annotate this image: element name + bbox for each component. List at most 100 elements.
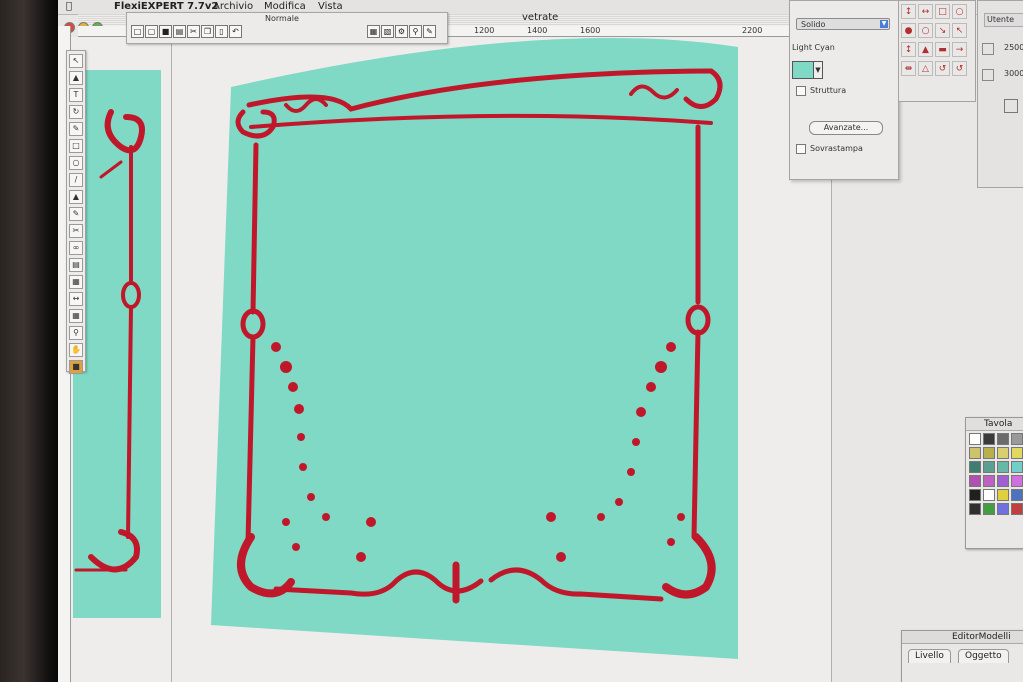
pen-tool-icon[interactable]: ✎ [69, 122, 83, 136]
node-edit-tool-icon[interactable]: ▲ [69, 71, 83, 85]
align-icon[interactable]: ↺ [952, 61, 967, 76]
color-swatch[interactable] [983, 461, 995, 473]
color-swatch[interactable] [969, 461, 981, 473]
align-icon[interactable]: ↘ [935, 23, 950, 38]
preview-icon[interactable]: ▦ [367, 25, 380, 38]
rotate-tool-icon[interactable]: ↻ [69, 105, 83, 119]
apple-icon[interactable]:  [66, 0, 72, 14]
fill-panel: Solido ▼ Light Cyan ▼ Struttura Avanzate… [789, 0, 899, 180]
color-swatch[interactable] [997, 433, 1009, 445]
align-icon[interactable]: ● [901, 23, 916, 38]
text-tool-icon[interactable]: T [69, 88, 83, 102]
color-tool-icon[interactable]: ■ [69, 360, 83, 374]
grid-tool-icon[interactable]: ▦ [69, 309, 83, 323]
color-swatch[interactable] [1011, 475, 1023, 487]
layout-icon[interactable]: ▧ [381, 25, 394, 38]
color-swatch[interactable] [1011, 461, 1023, 473]
color-swatch[interactable] [969, 503, 981, 515]
align-tools-palette: ↕ ↔ □ ○ ● ○ ↘ ↖ ↕ ▲ ▬ → ⇼ △ ↺ ↺ [898, 0, 976, 102]
align-icon[interactable]: ▲ [918, 42, 933, 57]
color-swatch[interactable] [1011, 503, 1023, 515]
shape-tool-icon[interactable]: □ [69, 139, 83, 153]
pointer-tool-icon[interactable]: ↖ [69, 54, 83, 68]
tab-livello[interactable]: Livello [908, 649, 951, 663]
color-swatch[interactable] [983, 447, 995, 459]
undo-icon[interactable]: ↶ [229, 25, 242, 38]
screen:  FlexiEXPERT 7.7v2 Archivio Modifica Vi… [58, 0, 1023, 682]
line-tool-icon[interactable]: / [69, 173, 83, 187]
design-canvas[interactable] [71, 37, 832, 682]
align-icon[interactable]: ↕ [901, 42, 916, 57]
hand-tool-icon[interactable]: ✋ [69, 343, 83, 357]
knife-tool-icon[interactable]: ✂ [69, 224, 83, 238]
color-swatch[interactable] [1011, 489, 1023, 501]
color-swatch[interactable] [997, 489, 1009, 501]
tavola-swatches [969, 433, 1023, 517]
align-icon[interactable]: ⇼ [901, 61, 916, 76]
print-icon[interactable]: ▤ [173, 25, 186, 38]
size-panel: Utente 2500 3000 [977, 0, 1023, 188]
align-icon[interactable]: △ [918, 61, 933, 76]
align-icon[interactable]: → [952, 42, 967, 57]
left-glass-panel [73, 70, 161, 618]
color-swatch[interactable] [969, 433, 981, 445]
units-select[interactable]: Utente [984, 13, 1023, 27]
height-value[interactable]: 3000 [1004, 69, 1023, 78]
open-file-icon[interactable]: ▢ [145, 25, 158, 38]
magnify-tool-icon[interactable]: ⚲ [69, 326, 83, 340]
fill-tool-icon[interactable]: ▲ [69, 190, 83, 204]
color-swatch[interactable] [1011, 447, 1023, 459]
save-icon[interactable]: ■ [159, 25, 172, 38]
copy-icon[interactable]: ❐ [201, 25, 214, 38]
fill-type-select[interactable]: Solido ▼ [796, 18, 890, 30]
color-swatch[interactable] [792, 61, 814, 79]
width-icon [982, 43, 994, 55]
overprint-label: Sovrastampa [810, 144, 863, 153]
align-icon[interactable]: ○ [952, 4, 967, 19]
color-name-label: Light Cyan [792, 43, 835, 52]
eyedropper-tool-icon[interactable]: ✎ [69, 207, 83, 221]
align-icon[interactable]: ○ [918, 23, 933, 38]
advanced-button[interactable]: Avanzate... [809, 121, 883, 135]
measure-tool-icon[interactable]: ↔ [69, 292, 83, 306]
align-icon[interactable]: □ [935, 4, 950, 19]
paste-icon[interactable]: ▯ [215, 25, 228, 38]
color-swatch[interactable] [983, 489, 995, 501]
color-swatch[interactable] [997, 447, 1009, 459]
color-swatch[interactable] [983, 503, 995, 515]
layer-tool-icon[interactable]: ▦ [69, 275, 83, 289]
color-swatch[interactable] [969, 475, 981, 487]
color-swatch[interactable] [969, 489, 981, 501]
align-icon[interactable]: ↔ [918, 4, 933, 19]
color-dropdown-icon[interactable]: ▼ [813, 61, 823, 79]
editor-modelli-panel: EditorModelli Livello Oggetto [901, 630, 1023, 682]
color-swatch[interactable] [997, 475, 1009, 487]
ruler-tick-label: 2200 [742, 26, 763, 35]
overprint-checkbox[interactable] [796, 144, 806, 154]
new-file-icon[interactable]: □ [131, 25, 144, 38]
color-swatch[interactable] [1011, 433, 1023, 445]
tools-icon[interactable]: ✎ [423, 25, 436, 38]
color-swatch[interactable] [983, 475, 995, 487]
align-icon[interactable]: ▬ [935, 42, 950, 57]
ruler-tick-label: 1600 [580, 26, 601, 35]
color-swatch[interactable] [997, 461, 1009, 473]
zoom-icon[interactable]: ⚲ [409, 25, 422, 38]
cut-icon[interactable]: ✂ [187, 25, 200, 38]
color-swatch[interactable] [997, 503, 1009, 515]
lock-proportions-icon[interactable] [1004, 99, 1018, 113]
align-icon[interactable]: ↕ [901, 4, 916, 19]
structure-checkbox[interactable] [796, 86, 806, 96]
weld-tool-icon[interactable]: ∞ [69, 241, 83, 255]
width-value[interactable]: 2500 [1004, 43, 1023, 52]
color-swatch[interactable] [983, 433, 995, 445]
image-tool-icon[interactable]: ▤ [69, 258, 83, 272]
color-swatch[interactable] [969, 447, 981, 459]
align-icon[interactable]: ↖ [952, 23, 967, 38]
artwork-svg [73, 38, 738, 659]
align-icon[interactable]: ↺ [935, 61, 950, 76]
settings-icon[interactable]: ⚙ [395, 25, 408, 38]
ellipse-tool-icon[interactable]: ○ [69, 156, 83, 170]
tab-oggetto[interactable]: Oggetto [958, 649, 1009, 663]
main-glass-panel [211, 38, 738, 659]
